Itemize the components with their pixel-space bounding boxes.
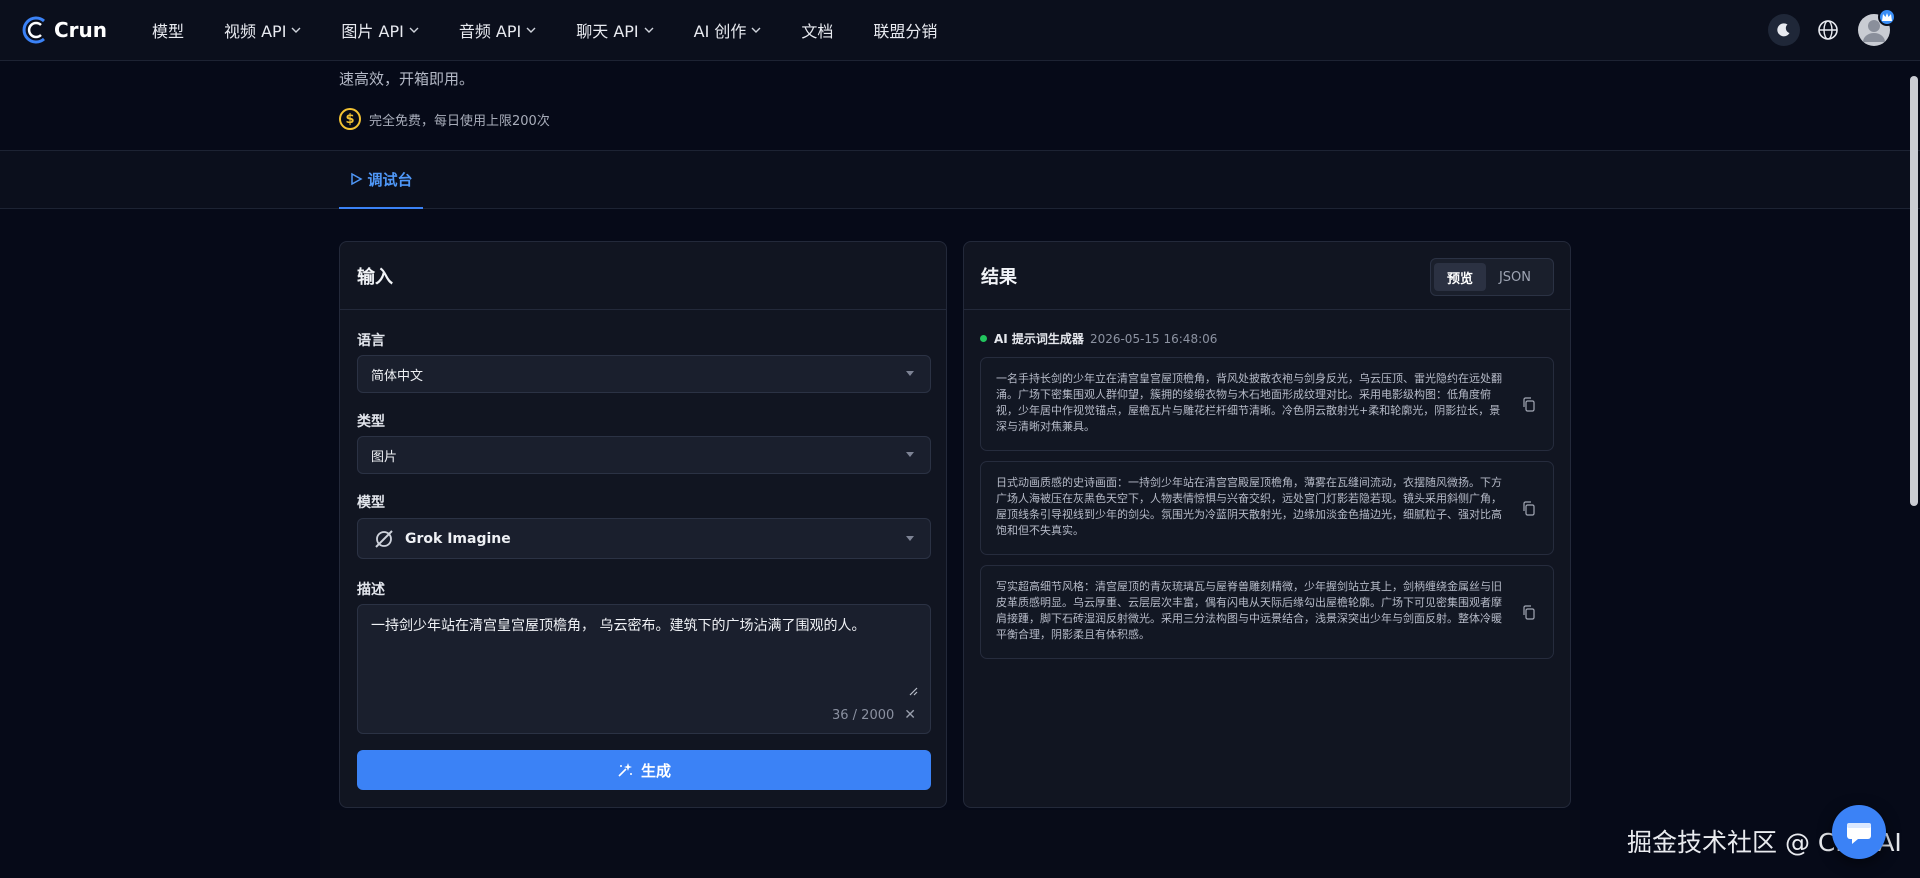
- result-timestamp: 2026-05-15 16:48:06: [1089, 331, 1218, 346]
- coin-icon: $: [339, 108, 361, 130]
- char-counter: 36 / 2000 ✕: [832, 707, 916, 723]
- footer-strip: [320, 810, 1580, 878]
- language-value: 简体中文: [371, 368, 424, 384]
- input-panel-title: 输入: [340, 242, 946, 310]
- nav-label: 联盟分销: [873, 22, 938, 41]
- resize-handle-icon[interactable]: [909, 687, 918, 696]
- result-panel: 结果 预览 JSON AI 提示词生成器 2026-05-15 16:48:06…: [963, 241, 1571, 808]
- free-usage-text: 完全免费，每日使用上限200次: [369, 113, 550, 129]
- view-toggle: 预览 JSON: [1430, 258, 1554, 296]
- nav-label: AI 创作: [693, 22, 747, 41]
- crown-badge-icon: [1878, 8, 1896, 26]
- nav-item-audio-api[interactable]: 音频 API: [459, 18, 536, 42]
- sparkle-icon: [618, 763, 632, 777]
- free-usage-note: $ 完全免费，每日使用上限200次: [339, 108, 550, 130]
- result-meta: AI 提示词生成器 2026-05-15 16:48:06: [980, 330, 1217, 347]
- status-dot: [980, 335, 987, 342]
- type-label: 类型: [357, 414, 385, 430]
- nav-label: 模型: [152, 22, 185, 41]
- copy-icon[interactable]: [1522, 397, 1536, 412]
- tab-playground[interactable]: 调试台: [339, 151, 423, 209]
- nav-actions: [1756, 8, 1896, 46]
- nav-label: 视频 API: [224, 22, 287, 41]
- logo[interactable]: Crun: [20, 15, 132, 45]
- nav-item-chat-api[interactable]: 聊天 API: [576, 18, 654, 42]
- top-navbar: Crun 模型 视频 API 图片 API 音频 API 聊天 API AI 创…: [0, 0, 1920, 61]
- type-select[interactable]: 图片: [357, 436, 931, 474]
- copy-icon[interactable]: [1522, 501, 1536, 516]
- chevron-down-icon: [409, 27, 419, 33]
- generator-name: AI 提示词生成器: [994, 332, 1084, 346]
- logo-text: Crun: [54, 18, 108, 42]
- result-text: 一名手持长剑的少年立在清宫皇宫屋顶檐角，背风处披散衣袍与剑身反光，乌云压顶、雷光…: [996, 372, 1502, 433]
- result-text: 写实超高细节风格：清宫屋顶的青灰琉璃瓦与屋脊兽雕刻精微，少年握剑站立其上，剑柄缠…: [996, 580, 1502, 641]
- nav-item-models[interactable]: 模型: [152, 18, 184, 42]
- theme-toggle-button[interactable]: [1768, 14, 1800, 46]
- description-label: 描述: [357, 582, 385, 598]
- language-label: 语言: [357, 333, 385, 349]
- chevron-down-icon: [291, 27, 301, 33]
- description-text: 一持剑少年站在清宫皇宫屋顶檐角， 乌云密布。建筑下的广场沾满了围观的人。: [371, 618, 866, 634]
- nav-item-video-api[interactable]: 视频 API: [224, 18, 301, 42]
- crun-logo-icon: [22, 16, 45, 44]
- globe-icon: [1818, 20, 1838, 40]
- model-value: Grok Imagine: [405, 530, 511, 547]
- language-select[interactable]: 简体中文: [357, 355, 931, 393]
- tab-label: 调试台: [367, 170, 413, 189]
- nav-item-affiliate[interactable]: 联盟分销: [873, 18, 937, 42]
- caret-down-icon: [906, 535, 914, 541]
- model-label: 模型: [357, 495, 385, 511]
- view-json-button[interactable]: JSON: [1486, 263, 1544, 291]
- nav-item-ai-create[interactable]: AI 创作: [694, 18, 762, 42]
- nav-menu: 模型 视频 API 图片 API 音频 API 聊天 API AI 创作 文档 …: [152, 18, 977, 42]
- result-text: 日式动画质感的史诗画面：一持剑少年站在清宫宫殿屋顶檐角，薄雾在瓦缝间流动，衣摆随…: [996, 476, 1502, 537]
- generate-label: 生成: [640, 761, 671, 780]
- hero-description: 速高效，开箱即用。: [339, 70, 475, 88]
- clear-icon[interactable]: ✕: [904, 707, 916, 723]
- nav-label: 文档: [801, 22, 834, 41]
- chat-icon: [1847, 823, 1871, 844]
- caret-down-icon: [906, 452, 914, 457]
- play-icon: [351, 172, 364, 186]
- input-panel: 输入 语言 简体中文 类型 图片 模型 Grok Imagine 描述 一持剑少…: [339, 241, 947, 808]
- chat-float-button[interactable]: [1832, 805, 1886, 859]
- copy-icon[interactable]: [1522, 605, 1536, 620]
- page-scrollbar[interactable]: [1910, 76, 1918, 506]
- nav-item-docs[interactable]: 文档: [801, 18, 833, 42]
- user-avatar[interactable]: [1858, 8, 1896, 46]
- caret-down-icon: [906, 371, 914, 376]
- counter-text: 36 / 2000: [831, 707, 895, 723]
- generate-button[interactable]: 生成: [357, 750, 931, 790]
- result-card: 日式动画质感的史诗画面：一持剑少年站在清宫宫殿屋顶檐角，薄雾在瓦缝间流动，衣摆随…: [980, 461, 1554, 555]
- moon-icon: [1777, 23, 1790, 37]
- nav-item-image-api[interactable]: 图片 API: [341, 18, 419, 42]
- tab-bar: 调试台: [0, 150, 1920, 209]
- nav-label: 聊天 API: [576, 22, 639, 41]
- result-card: 写实超高细节风格：清宫屋顶的青灰琉璃瓦与屋脊兽雕刻精微，少年握剑站立其上，剑柄缠…: [980, 565, 1554, 659]
- nav-label: 音频 API: [458, 22, 522, 41]
- nav-label: 图片 API: [341, 22, 404, 41]
- grok-logo-icon: [375, 529, 393, 548]
- chevron-down-icon: [644, 27, 654, 33]
- chevron-down-icon: [751, 27, 761, 33]
- type-value: 图片: [371, 449, 398, 465]
- model-select[interactable]: Grok Imagine: [357, 518, 931, 559]
- chevron-down-icon: [526, 27, 536, 33]
- result-card: 一名手持长剑的少年立在清宫皇宫屋顶檐角，背风处披散衣袍与剑身反光，乌云压顶、雷光…: [980, 357, 1554, 451]
- description-textarea[interactable]: 一持剑少年站在清宫皇宫屋顶檐角， 乌云密布。建筑下的广场沾满了围观的人。 36 …: [357, 604, 931, 734]
- view-preview-button[interactable]: 预览: [1434, 263, 1486, 291]
- language-button[interactable]: [1812, 14, 1844, 46]
